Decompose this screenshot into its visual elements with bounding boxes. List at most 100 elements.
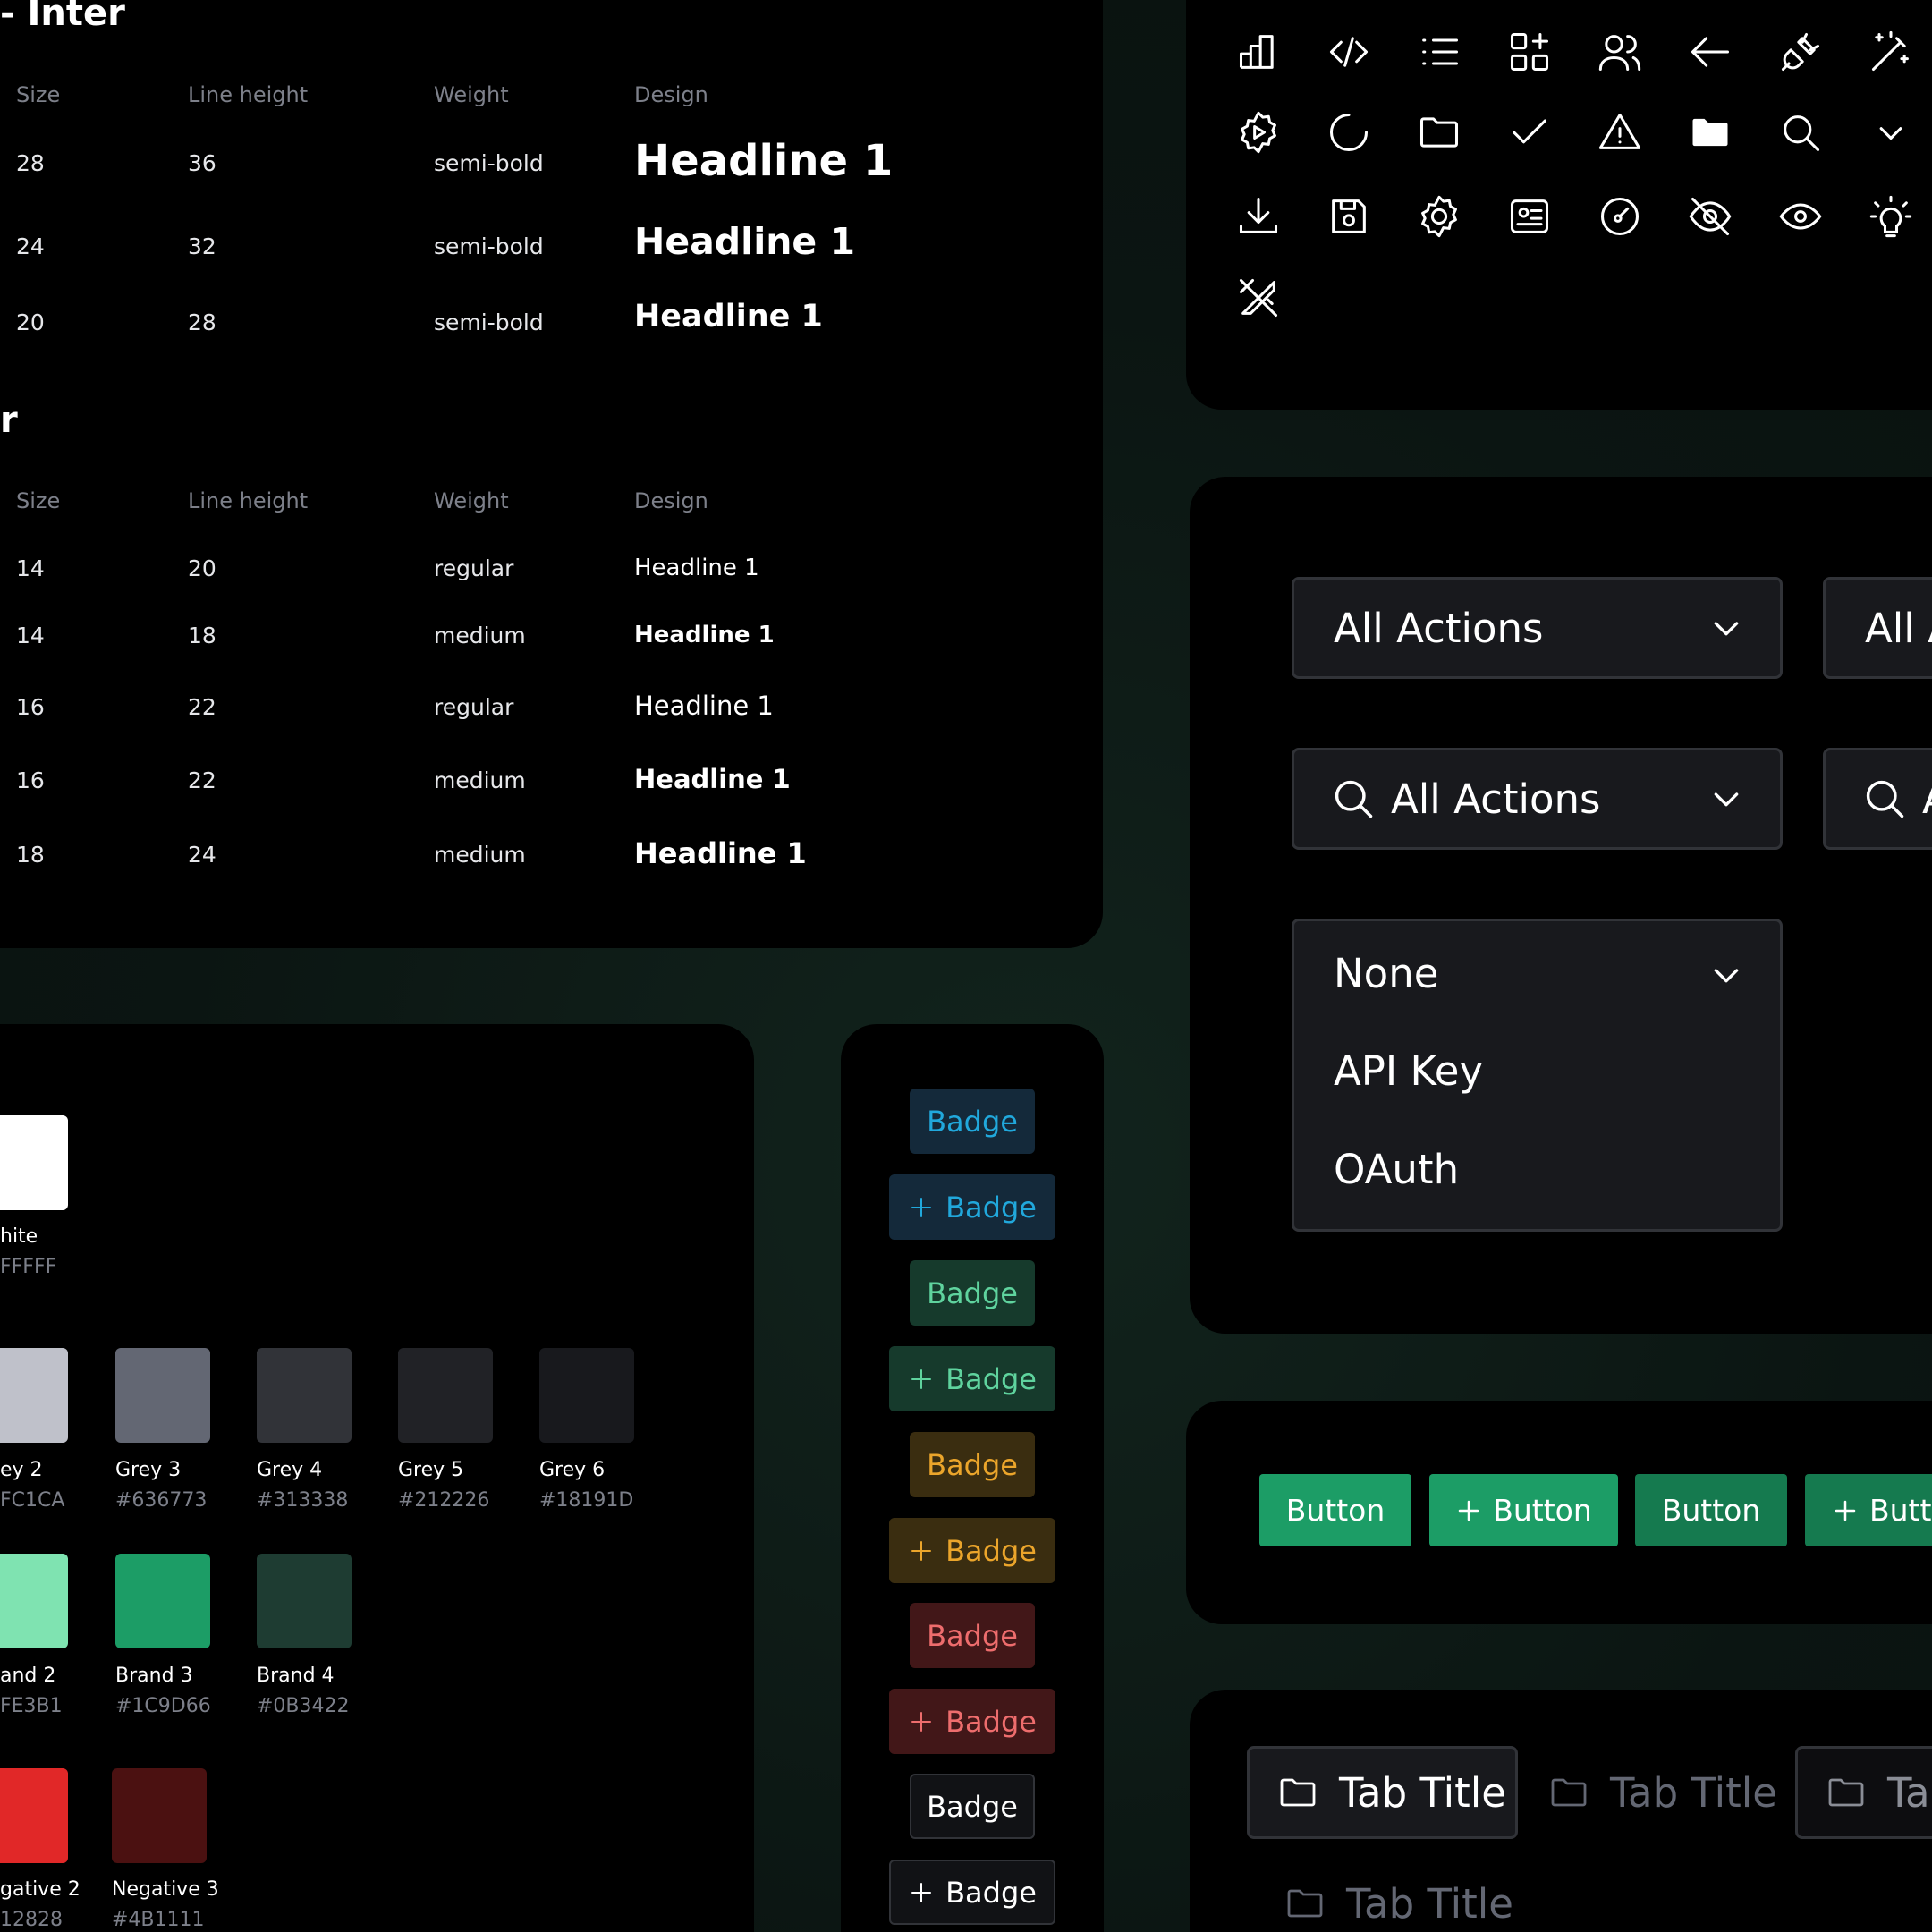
primary-button-hover[interactable]: Button	[1635, 1474, 1787, 1546]
plug-icon	[1777, 29, 1824, 75]
folder-icon	[1551, 1778, 1587, 1807]
color-swatch	[539, 1348, 634, 1443]
typo-weight: medium	[434, 623, 526, 648]
badge-neutral-add[interactable]: Badge	[889, 1860, 1055, 1925]
swatch-name: Grey 3	[115, 1459, 182, 1481]
search-icon	[1866, 780, 1904, 818]
typo-size: 20	[16, 309, 45, 335]
badge-neutral: Badge	[910, 1774, 1035, 1839]
column-header-weight: Weight	[434, 488, 509, 513]
typo-weight: semi-bold	[434, 150, 544, 176]
gear-icon	[1416, 193, 1462, 240]
buttons-panel: Button Button Button Butto	[1186, 1401, 1932, 1624]
tab-active[interactable]: Tab Title	[1247, 1746, 1518, 1839]
typo-size: 16	[16, 694, 45, 720]
color-swatch	[257, 1554, 352, 1648]
badge-label: Badge	[927, 1275, 1018, 1310]
color-swatch	[112, 1768, 207, 1863]
column-header-line-height: Line height	[188, 82, 309, 107]
bar-chart-icon	[1235, 29, 1282, 75]
typo-size: 14	[16, 555, 45, 581]
typo-sample: Headline 1	[634, 220, 856, 263]
typo-sample: Headline 1	[634, 836, 807, 870]
badge-label: Badge	[927, 1104, 1018, 1139]
tab-inactive[interactable]: Tab Title	[1521, 1746, 1789, 1839]
swatch-hex: FC1CA	[0, 1489, 65, 1512]
typo-line-height: 22	[188, 767, 216, 793]
actions-dropdown-partial[interactable]: All A	[1823, 577, 1932, 679]
swatch-hex: #0B3422	[257, 1695, 350, 1717]
swatch-name: Grey 5	[398, 1459, 464, 1481]
chevron-down-icon	[1714, 969, 1739, 983]
swatch-name: ey 2	[0, 1459, 43, 1481]
badge-success-add[interactable]: Badge	[889, 1346, 1055, 1411]
tab-label: Tab	[1887, 1768, 1932, 1817]
badge-label: Badge	[945, 1361, 1037, 1396]
typo-line-height: 18	[188, 623, 216, 648]
tab-hover[interactable]: Tab	[1795, 1746, 1932, 1839]
badge-label: Badge	[927, 1789, 1018, 1824]
gauge-icon	[1597, 193, 1643, 240]
dropdown-selected-value[interactable]: None	[1334, 950, 1438, 997]
badge-warning-add[interactable]: Badge	[889, 1518, 1055, 1583]
primary-button[interactable]: Button	[1259, 1474, 1411, 1546]
badge-label: Badge	[945, 1533, 1037, 1568]
color-swatch	[115, 1554, 210, 1648]
column-header-design: Design	[634, 82, 708, 107]
tabs-panel: Tab Title Tab Title Tab Tab Title	[1190, 1690, 1932, 1932]
chevron-down-icon	[1714, 792, 1739, 807]
plus-icon	[911, 1197, 932, 1217]
column-header-design: Design	[634, 488, 708, 513]
badge-label: Badge	[927, 1447, 1018, 1482]
swatch-hex: #4B1111	[112, 1909, 205, 1931]
color-swatch	[257, 1348, 352, 1443]
loader-icon	[1326, 109, 1372, 156]
typo-size: 16	[16, 767, 45, 793]
button-label: Butto	[1869, 1493, 1932, 1528]
actions-dropdown[interactable]: All Actions	[1292, 577, 1783, 679]
dropdown-option-api-key[interactable]: API Key	[1334, 1047, 1483, 1095]
folder-icon	[1416, 109, 1462, 156]
swatch-name: gative 2	[0, 1878, 80, 1901]
search-icon	[1777, 109, 1824, 156]
tab-inactive[interactable]: Tab Title	[1257, 1857, 1525, 1932]
primary-add-button[interactable]: Button	[1429, 1474, 1618, 1546]
plus-icon	[911, 1882, 932, 1902]
swatch-hex: #1C9D66	[115, 1695, 211, 1717]
tab-label: Tab Title	[1339, 1768, 1506, 1817]
folder-filled-icon	[1687, 109, 1733, 156]
swatch-hex: FE3B1	[0, 1695, 63, 1717]
color-swatch	[115, 1348, 210, 1443]
typo-sample: Headline 1	[634, 691, 774, 721]
plus-icon	[1835, 1500, 1856, 1521]
design-tools-icon	[1235, 275, 1282, 321]
typo-line-height: 22	[188, 694, 216, 720]
save-icon	[1326, 193, 1372, 240]
badge-info-add[interactable]: Badge	[889, 1174, 1055, 1240]
dropdown-option-oauth[interactable]: OAuth	[1334, 1146, 1459, 1193]
eye-icon	[1777, 193, 1824, 240]
badge-danger-add[interactable]: Badge	[889, 1689, 1055, 1754]
badge-danger: Badge	[910, 1603, 1035, 1668]
button-label: Button	[1493, 1493, 1592, 1528]
swatch-name: Brand 3	[115, 1665, 193, 1687]
badge-label: Badge	[945, 1875, 1037, 1910]
eye-off-icon	[1687, 193, 1733, 240]
primary-add-button-hover[interactable]: Butto	[1805, 1474, 1932, 1546]
tab-label: Tab Title	[1610, 1768, 1777, 1817]
folder-icon	[1287, 1889, 1323, 1918]
typo-sample: Headline 1	[634, 764, 791, 794]
auth-dropdown-open[interactable]: None API Key OAuth	[1292, 919, 1783, 1232]
add-widget-icon	[1506, 29, 1553, 75]
typo-sample: Headline 1	[634, 136, 894, 186]
typo-weight: medium	[434, 767, 526, 793]
search-actions-dropdown-partial[interactable]: A	[1823, 748, 1932, 850]
search-actions-dropdown[interactable]: All Actions	[1292, 748, 1783, 850]
search-icon	[1335, 780, 1373, 818]
badge-warning: Badge	[910, 1432, 1035, 1497]
chevron-down-icon	[1868, 109, 1914, 156]
swatch-hex: #212226	[398, 1489, 490, 1512]
color-swatch	[0, 1348, 68, 1443]
typo-weight: medium	[434, 842, 526, 868]
code-icon	[1326, 29, 1372, 75]
